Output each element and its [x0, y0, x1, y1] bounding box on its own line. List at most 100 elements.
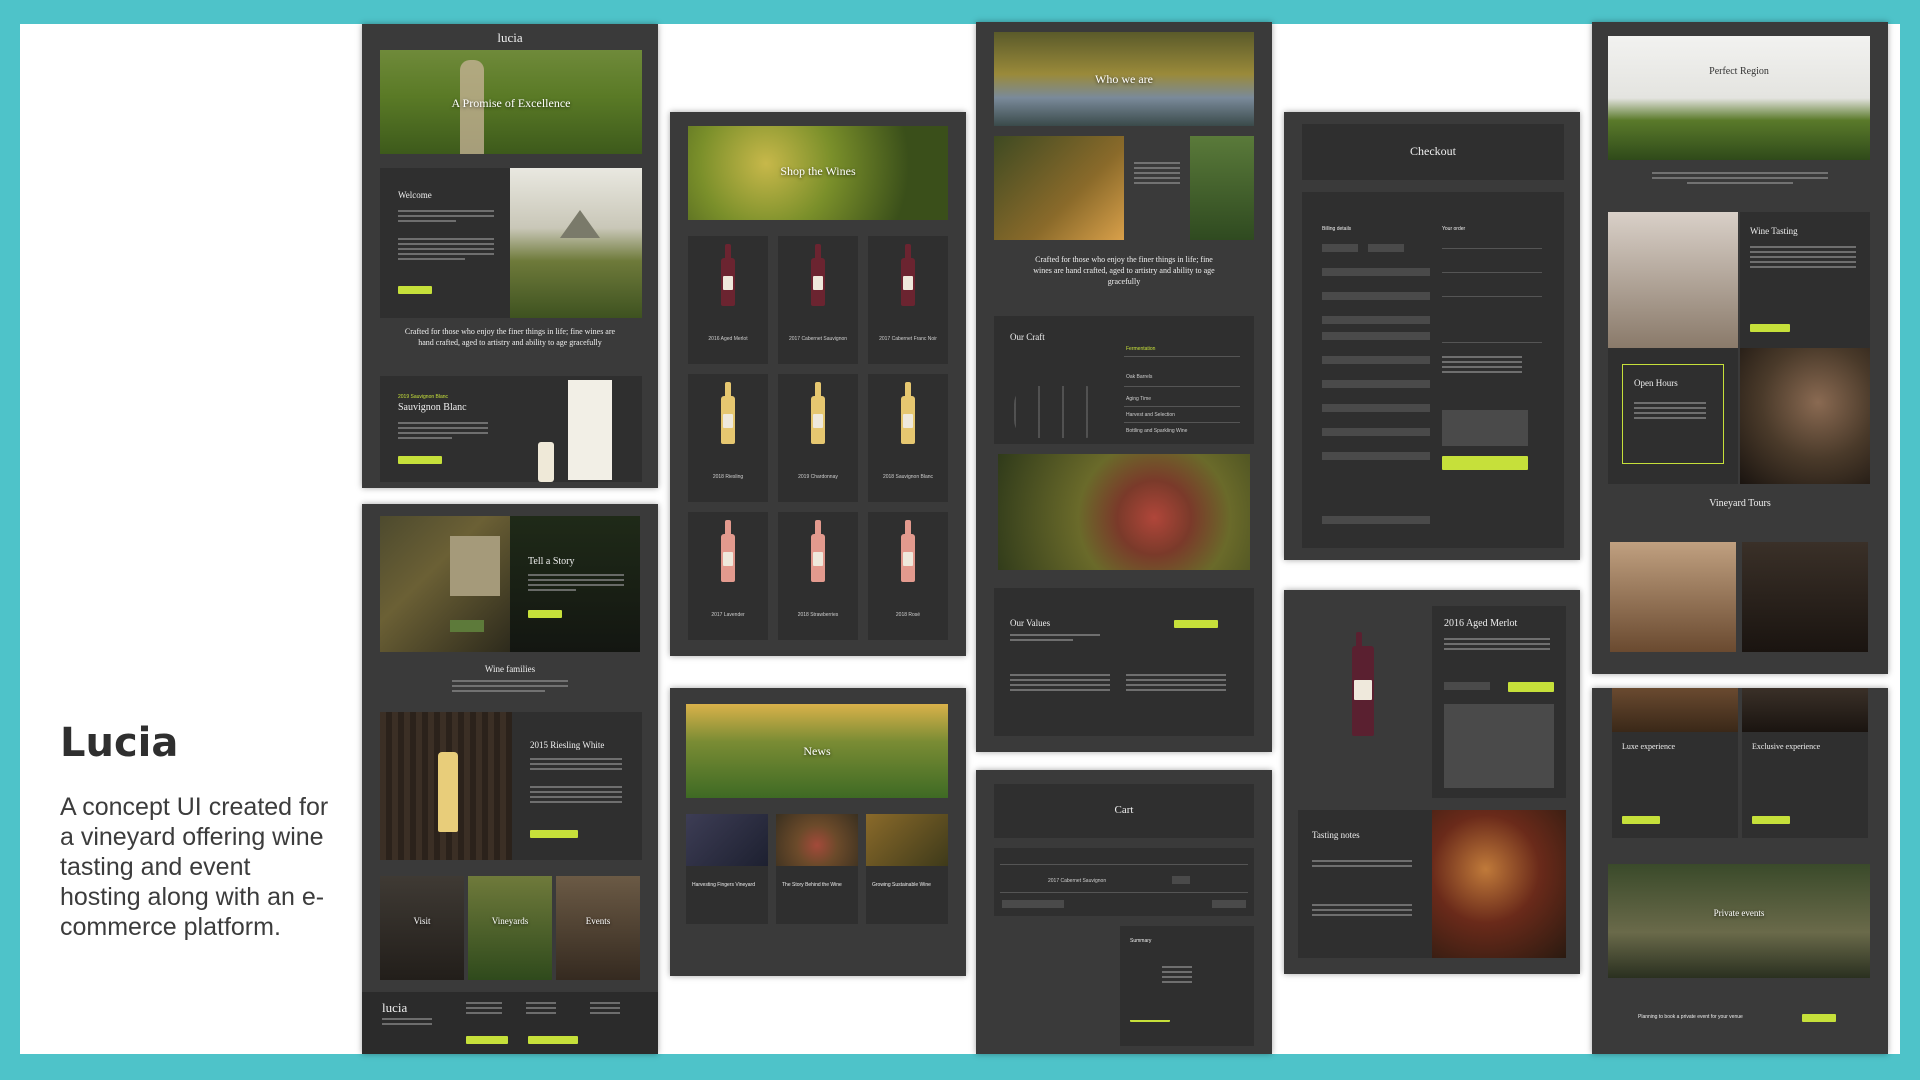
- email-field[interactable]: [1322, 452, 1430, 460]
- wine-card-8[interactable]: 2018 Strawberries: [778, 512, 858, 640]
- footer-button-1[interactable]: [466, 1036, 508, 1044]
- region-hero-title: Perfect Region: [1709, 66, 1769, 77]
- cart-page-mockup: Cart 2017 Cabernet Sauvignon Summary: [976, 770, 1272, 1054]
- coupon-input[interactable]: [1002, 900, 1064, 908]
- country-select[interactable]: [1322, 292, 1430, 300]
- welcome-button[interactable]: [398, 286, 432, 294]
- wine-card-1[interactable]: 2016 Aged Merlot: [688, 236, 768, 364]
- featured-wine-title: Sauvignon Blanc: [398, 402, 467, 413]
- craft-item-4[interactable]: Harvest and Selection: [1126, 412, 1175, 418]
- welcome-section: Welcome: [380, 168, 510, 318]
- visit-tile[interactable]: Visit: [380, 876, 464, 980]
- luxe-title: Luxe experience: [1622, 742, 1676, 751]
- story-button[interactable]: [528, 610, 562, 618]
- vineyards-tile[interactable]: Vineyards: [468, 876, 552, 980]
- wine-card-2[interactable]: 2017 Cabernet Sauvignon: [778, 236, 858, 364]
- grape-leaf-image: [994, 136, 1124, 240]
- harvest-workers-image: [1190, 136, 1254, 240]
- craft-item-3[interactable]: Aging Time: [1126, 396, 1151, 402]
- riesling-title: 2015 Riesling White: [530, 740, 605, 750]
- last-name-field[interactable]: [1368, 244, 1404, 252]
- quantity-input[interactable]: [1444, 682, 1490, 690]
- luxe-button[interactable]: [1622, 816, 1660, 824]
- news-card-2[interactable]: The Story Behind the Wine: [776, 814, 858, 924]
- billing-title: Billing details: [1322, 226, 1352, 232]
- wine-card-9[interactable]: 2018 Rosé: [868, 512, 948, 640]
- wine-card-5[interactable]: 2019 Chardonnay: [778, 374, 858, 502]
- about-hero-image: Who we are: [994, 32, 1254, 126]
- phone-field[interactable]: [1322, 428, 1430, 436]
- product-page-mockup: 2016 Aged Merlot Tasting notes: [1284, 590, 1580, 974]
- home-hero-image: A Promise of Excellence: [380, 50, 642, 154]
- featured-wine-button[interactable]: [398, 456, 442, 464]
- about-page-mockup: Who we are Crafted for those who enjoy t…: [976, 22, 1272, 752]
- news-card-1[interactable]: Harvesting Fingers Vineyard: [686, 814, 768, 924]
- private-events-cta: Planning to book a private event for you…: [1638, 1014, 1743, 1020]
- lux-image-2: [1742, 688, 1868, 732]
- city-field[interactable]: [1322, 356, 1430, 364]
- book-event-button[interactable]: [1802, 1014, 1836, 1022]
- experience-page-mockup: Perfect Region Wine Tasting Open Hours V…: [1592, 22, 1888, 674]
- events-tile[interactable]: Events: [556, 876, 640, 980]
- wine-name-4: 2018 Riesling: [712, 474, 744, 480]
- story-page-mockup: Tell a Story Wine families 2015 Riesling…: [362, 504, 658, 1054]
- welcome-title: Welcome: [398, 190, 432, 200]
- news-title-3: Growing Sustainable Wine: [872, 882, 931, 888]
- checkout-button[interactable]: [1130, 1014, 1170, 1022]
- wine-card-4[interactable]: 2018 Riesling: [688, 374, 768, 502]
- product-details: 2016 Aged Merlot: [1432, 606, 1566, 798]
- exclusive-button[interactable]: [1752, 816, 1790, 824]
- tours-pour-image: [1742, 542, 1868, 652]
- vineyard-hills-image: [510, 168, 642, 318]
- news-card-3[interactable]: Growing Sustainable Wine: [866, 814, 948, 924]
- tasting-notes-title: Tasting notes: [1312, 830, 1360, 840]
- open-hours-title: Open Hours: [1634, 378, 1678, 388]
- wine-name-7: 2017 Lavender: [711, 612, 745, 618]
- first-name-field[interactable]: [1322, 244, 1358, 252]
- product-specs: [1444, 704, 1554, 788]
- place-order-button[interactable]: [1442, 456, 1528, 470]
- riesling-add-button[interactable]: [530, 830, 578, 838]
- about-hero-title: Who we are: [1095, 72, 1153, 86]
- wine-card-6[interactable]: 2018 Sauvignon Blanc: [868, 374, 948, 502]
- shop-hero-image: Shop the Wines: [688, 126, 948, 220]
- merlot-bottle: [1352, 632, 1374, 736]
- open-hours-card: Open Hours: [1608, 348, 1738, 484]
- news-hero-image: News: [686, 704, 948, 798]
- street-field-2[interactable]: [1322, 332, 1430, 340]
- tasting-women-image: [1608, 212, 1738, 348]
- notes-field[interactable]: [1322, 516, 1430, 524]
- summary-title: Summary: [1130, 938, 1152, 944]
- story-title: Tell a Story: [528, 556, 575, 567]
- craft-item-2[interactable]: Oak Barrels: [1126, 374, 1152, 380]
- our-craft-title: Our Craft: [1010, 332, 1045, 342]
- cart-title: Cart: [1114, 804, 1134, 816]
- wine-card-3[interactable]: 2017 Cabernet Franc Noir: [868, 236, 948, 364]
- project-description: A concept UI created for a vineyard offe…: [60, 793, 329, 941]
- wine-tasting-title: Wine Tasting: [1750, 226, 1798, 236]
- craft-item-5[interactable]: Bottling and Sparkling Wine: [1126, 428, 1187, 434]
- street-field[interactable]: [1322, 316, 1430, 324]
- tasting-button[interactable]: [1750, 324, 1790, 332]
- product-title: 2016 Aged Merlot: [1444, 618, 1518, 629]
- vineyards-tile-label: Vineyards: [491, 916, 529, 926]
- wine-card-7[interactable]: 2017 Lavender: [688, 512, 768, 640]
- luxe-experience-card: Luxe experience: [1612, 732, 1738, 838]
- values-button[interactable]: [1174, 620, 1218, 628]
- checkout-title: Checkout: [1410, 144, 1456, 158]
- cart-header: Cart: [994, 784, 1254, 838]
- private-events-image: Private events: [1608, 864, 1870, 978]
- our-values-section: Our Values: [994, 588, 1254, 736]
- add-to-cart-button[interactable]: [1508, 682, 1554, 692]
- zip-field[interactable]: [1322, 404, 1430, 412]
- craft-item-1[interactable]: Fermentation: [1126, 346, 1155, 352]
- wine-families-title: Wine families: [484, 664, 536, 674]
- update-cart-button[interactable]: [1212, 900, 1246, 908]
- riesling-product-section: 2015 Riesling White: [380, 712, 642, 860]
- vineyard-tours-title: Vineyard Tours: [1709, 498, 1771, 509]
- footer-button-2[interactable]: [528, 1036, 578, 1044]
- company-field[interactable]: [1322, 268, 1430, 276]
- tours-patio-image: [1610, 542, 1736, 652]
- state-field[interactable]: [1322, 380, 1430, 388]
- quantity-stepper[interactable]: [1172, 876, 1190, 884]
